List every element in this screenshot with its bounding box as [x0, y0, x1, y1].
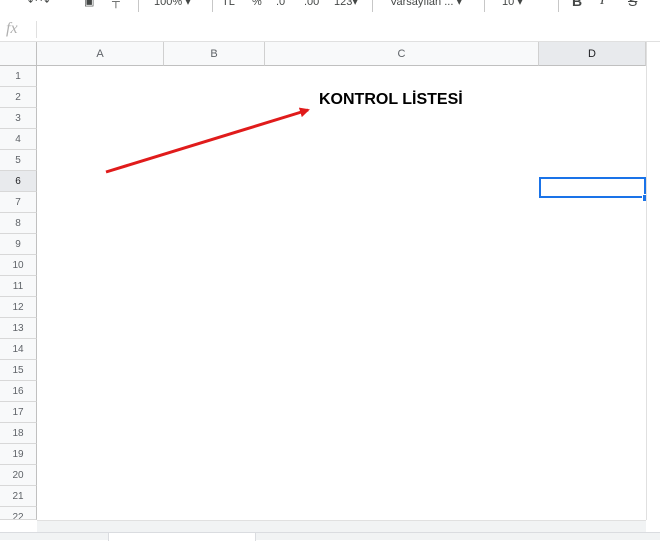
row-header-16[interactable]: 16: [0, 381, 37, 402]
decimal-decrease-button[interactable]: .0: [276, 0, 285, 13]
undo-icon[interactable]: ↶ ↷: [28, 0, 50, 13]
formula-input[interactable]: [42, 21, 642, 38]
row-header-11[interactable]: 11: [0, 276, 37, 297]
bold-button[interactable]: B: [572, 0, 582, 12]
column-header-d[interactable]: D: [539, 42, 646, 66]
row-header-10[interactable]: 10: [0, 255, 37, 276]
print-icon[interactable]: ▣: [84, 0, 94, 13]
row-header-7[interactable]: 7: [0, 192, 37, 213]
sheet-tab-bar: [0, 532, 660, 541]
row-header-19[interactable]: 19: [0, 444, 37, 465]
font-size-select[interactable]: 10 ▾: [502, 0, 523, 13]
paint-format-icon[interactable]: ┬: [112, 0, 120, 13]
column-header-a[interactable]: A: [37, 42, 164, 66]
italic-button[interactable]: I: [600, 0, 605, 12]
row-header-22[interactable]: 22: [0, 507, 37, 520]
cell-grid[interactable]: [37, 66, 646, 520]
zoom-value: 100%: [154, 0, 183, 8]
row-header-18[interactable]: 18: [0, 423, 37, 444]
row-header-21[interactable]: 21: [0, 486, 37, 507]
row-header-3[interactable]: 3: [0, 108, 37, 129]
cell-c2[interactable]: KONTROL LİSTESİ: [319, 90, 463, 110]
font-value: Varsayılan ...: [390, 0, 454, 8]
row-header-6[interactable]: 6: [0, 171, 37, 192]
zoom-select[interactable]: 100% ▾: [154, 0, 191, 13]
strikethrough-button[interactable]: S: [628, 0, 637, 12]
vertical-scrollbar[interactable]: [646, 42, 660, 520]
column-header-c[interactable]: C: [265, 42, 539, 66]
row-header-9[interactable]: 9: [0, 234, 37, 255]
row-header-13[interactable]: 13: [0, 318, 37, 339]
decimal-increase-button[interactable]: .00: [304, 0, 319, 13]
number-format-value: 123: [334, 0, 353, 8]
horizontal-scrollbar[interactable]: [37, 520, 646, 532]
row-header-14[interactable]: 14: [0, 339, 37, 360]
currency-button[interactable]: TL: [222, 0, 235, 13]
row-header-15[interactable]: 15: [0, 360, 37, 381]
number-format-select[interactable]: 123▾: [334, 0, 358, 13]
row-header-8[interactable]: 8: [0, 213, 37, 234]
font-select[interactable]: Varsayılan ... ▾: [390, 0, 462, 13]
percent-button[interactable]: %: [252, 0, 262, 13]
active-cell-selection[interactable]: [539, 177, 646, 198]
column-header-b[interactable]: B: [164, 42, 265, 66]
row-header-1[interactable]: 1: [0, 66, 37, 87]
row-header-12[interactable]: 12: [0, 297, 37, 318]
formula-bar: fx: [0, 18, 660, 42]
select-all-corner[interactable]: [0, 42, 37, 66]
font-size-value: 10: [502, 0, 515, 8]
row-header-20[interactable]: 20: [0, 465, 37, 486]
row-header-17[interactable]: 17: [0, 402, 37, 423]
row-header-5[interactable]: 5: [0, 150, 37, 171]
fx-icon: fx: [6, 20, 18, 37]
toolbar: ↶ ↷ ▣ ┬ 100% ▾ TL % .0 .00 123▾ Varsayıl…: [0, 0, 660, 19]
row-header-4[interactable]: 4: [0, 129, 37, 150]
row-header-2[interactable]: 2: [0, 87, 37, 108]
